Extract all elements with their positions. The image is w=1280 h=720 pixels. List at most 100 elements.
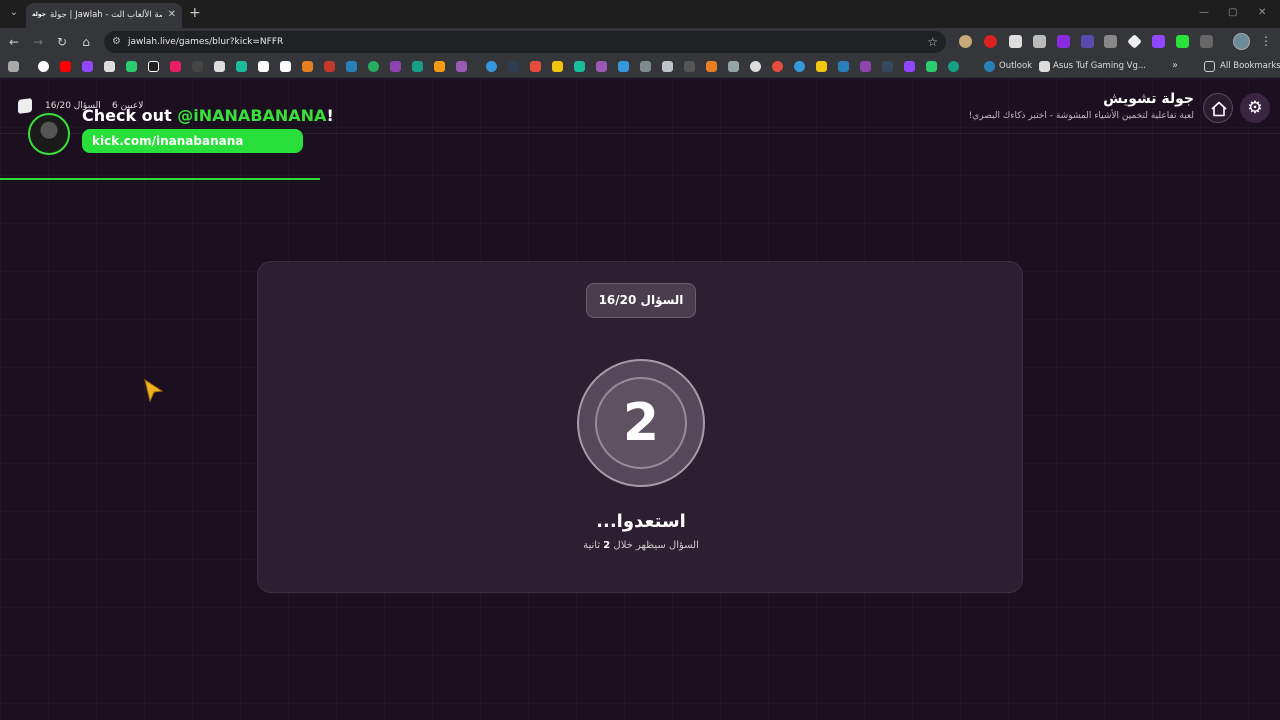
bookmark-icon[interactable]: [640, 61, 651, 72]
bookmark-all[interactable]: All Bookmarks: [1220, 60, 1280, 73]
extension-icon[interactable]: [1176, 35, 1189, 48]
bookmark-icon[interactable]: [860, 61, 871, 72]
question-badge: السؤال 16/20: [586, 283, 696, 318]
countdown-subtitle: السؤال سيظهر خلال 2 ثانية: [583, 540, 699, 551]
countdown-number: 2: [622, 393, 660, 453]
bookmark-icon[interactable]: [170, 61, 181, 72]
address-bar[interactable]: ⚙ jawlah.live/games/blur?kick=NFFR ☆: [104, 31, 946, 53]
extension-icon[interactable]: [1009, 35, 1022, 48]
bookmark-icon[interactable]: [552, 61, 563, 72]
address-url[interactable]: jawlah.live/games/blur?kick=NFFR: [128, 35, 283, 49]
profile-avatar[interactable]: [1233, 33, 1250, 50]
maximize-icon[interactable]: ▢: [1228, 6, 1237, 20]
close-window-icon[interactable]: ✕: [1258, 6, 1266, 20]
streamer-avatar: [28, 113, 70, 155]
extension-icon[interactable]: [984, 35, 997, 48]
bookmark-icon[interactable]: [816, 61, 827, 72]
extension-icon[interactable]: [1081, 35, 1094, 48]
gear-icon: ⚙: [1247, 98, 1263, 118]
site-info-icon[interactable]: ⚙: [112, 35, 121, 49]
bookmark-icon[interactable]: [192, 61, 203, 72]
extension-icon[interactable]: [959, 35, 972, 48]
game-title: جولة تشويش: [1103, 91, 1194, 107]
bookmark-icon[interactable]: [82, 61, 93, 72]
bookmark-icon[interactable]: [530, 61, 541, 72]
bookmark-icon[interactable]: [60, 61, 71, 72]
bookmark-icon[interactable]: [662, 61, 673, 72]
bookmark-icon[interactable]: [948, 61, 959, 72]
promo-kick-link[interactable]: kick.com/inanabanana: [82, 129, 303, 153]
bookmark-icon[interactable]: [412, 61, 423, 72]
bookmark-icon[interactable]: [148, 61, 159, 72]
home-icon: [1211, 101, 1227, 117]
home-icon[interactable]: ⌂: [78, 34, 94, 50]
bookmark-icon[interactable]: [508, 61, 519, 72]
browser-menu-icon[interactable]: ⋮: [1260, 32, 1272, 50]
bookmark-icon[interactable]: [926, 61, 937, 72]
apps-grid-icon[interactable]: [8, 61, 19, 72]
bookmark-outlook[interactable]: Outlook: [999, 60, 1032, 73]
tab-strip: ⌄ جولة جولة | Jawlah - منصة الألعاب الت.…: [0, 0, 1280, 28]
bookmark-icon[interactable]: [456, 61, 467, 72]
asus-icon[interactable]: [1039, 61, 1050, 72]
countdown-card: السؤال 16/20 2 استعدوا... السؤال سيظهر خ…: [257, 261, 1023, 593]
promo-divider: [0, 178, 320, 180]
bookmark-icon[interactable]: [258, 61, 269, 72]
bookmark-icon[interactable]: [838, 61, 849, 72]
browser-tab-active[interactable]: جولة جولة | Jawlah - منصة الألعاب الت...…: [26, 3, 182, 28]
bookmark-icon[interactable]: [772, 61, 783, 72]
bookmark-icon[interactable]: [706, 61, 717, 72]
bookmark-icon[interactable]: [574, 61, 585, 72]
bookmark-icon[interactable]: [596, 61, 607, 72]
bookmark-icon[interactable]: [728, 61, 739, 72]
game-page: ⚙ جولة تشويش لعبة تفاعلية لتخمين الأشياء…: [0, 79, 1280, 720]
bookmark-icon[interactable]: [324, 61, 335, 72]
reload-icon[interactable]: ↻: [54, 34, 70, 50]
new-tab-icon[interactable]: +: [189, 5, 201, 21]
bookmark-icon[interactable]: [126, 61, 137, 72]
mouse-cursor-icon: [144, 379, 164, 403]
bookmark-icon[interactable]: [750, 61, 761, 72]
bookmark-icon[interactable]: [434, 61, 445, 72]
minimize-icon[interactable]: —: [1199, 6, 1209, 20]
bookmark-icon[interactable]: [214, 61, 225, 72]
bookmark-icon[interactable]: [236, 61, 247, 72]
extension-icon[interactable]: [1033, 35, 1046, 48]
bookmarks-overflow-icon[interactable]: »: [1172, 59, 1178, 73]
promo-heading: Check out @iNANABANANA!: [82, 106, 334, 125]
game-logo-icon: [18, 98, 32, 114]
settings-button[interactable]: ⚙: [1240, 93, 1270, 123]
tab-close-icon[interactable]: ✕: [168, 8, 176, 22]
folder-icon[interactable]: [1204, 61, 1215, 72]
bookmark-icon[interactable]: [882, 61, 893, 72]
bookmark-star-icon[interactable]: ☆: [927, 34, 938, 50]
extension-icon[interactable]: [1057, 35, 1070, 48]
extension-icon[interactable]: [1152, 35, 1165, 48]
bookmark-icon[interactable]: [618, 61, 629, 72]
home-button[interactable]: [1203, 93, 1233, 123]
kick-promo-overlay: Check out @iNANABANANA! kick.com/inanaba…: [28, 106, 334, 158]
bookmark-asus[interactable]: Asus Tuf Gaming Vg...: [1053, 60, 1146, 73]
promo-handle: @iNANABANANA: [177, 106, 327, 125]
countdown-ring: 2: [577, 359, 705, 487]
bookmark-icon[interactable]: [104, 61, 115, 72]
bookmark-icon[interactable]: [794, 61, 805, 72]
forward-icon[interactable]: →: [30, 34, 46, 50]
bookmark-icon[interactable]: [904, 61, 915, 72]
back-icon[interactable]: ←: [6, 34, 22, 50]
bookmark-icon[interactable]: [390, 61, 401, 72]
bookmark-icon[interactable]: [368, 61, 379, 72]
extensions-puzzle-icon[interactable]: [1200, 35, 1213, 48]
outlook-icon[interactable]: [984, 61, 995, 72]
tab-search-icon[interactable]: ⌄: [6, 5, 22, 21]
tab-favicon: جولة: [32, 11, 46, 18]
mute-icon[interactable]: [1104, 35, 1117, 48]
bookmark-icon[interactable]: [302, 61, 313, 72]
game-subtitle: لعبة تفاعلية لتخمين الأشياء المشوشة - اخ…: [968, 111, 1194, 121]
bookmark-icon[interactable]: [486, 61, 497, 72]
bookmark-icon[interactable]: [38, 61, 49, 72]
bookmark-icon[interactable]: [280, 61, 291, 72]
bookmark-icon[interactable]: [346, 61, 357, 72]
get-ready-heading: استعدوا...: [596, 511, 686, 532]
bookmark-icon[interactable]: [684, 61, 695, 72]
